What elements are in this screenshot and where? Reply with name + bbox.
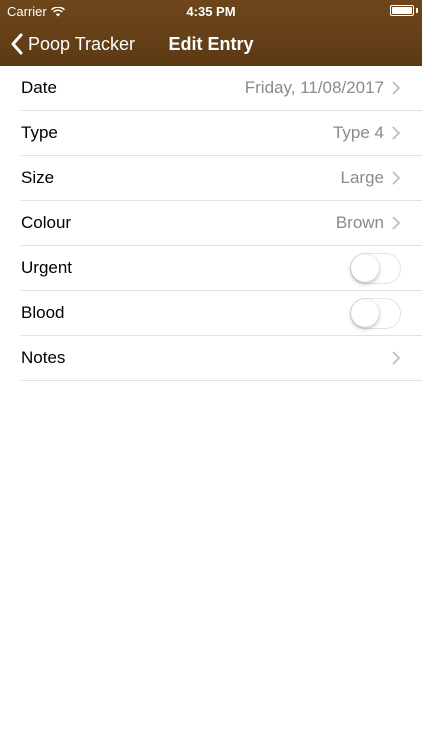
row-label: Notes <box>21 348 66 367</box>
battery-level <box>392 7 412 14</box>
toggle-knob <box>351 253 379 282</box>
status-bar: Carrier 4:35 PM <box>0 0 422 22</box>
row-value: Friday, 11/08/2017 <box>244 78 384 97</box>
notes-row[interactable]: Notes <box>21 336 422 381</box>
status-time: 4:35 PM <box>186 4 236 19</box>
size-row[interactable]: Size Large <box>21 156 422 201</box>
top-bar: Carrier 4:35 PM Poop Tracker Edit Entry <box>0 0 422 66</box>
navigation-bar: Poop Tracker Edit Entry <box>0 22 422 66</box>
page-title: Edit Entry <box>168 34 254 54</box>
urgent-row: Urgent <box>21 246 422 291</box>
row-label: Colour <box>21 213 72 232</box>
blood-toggle[interactable] <box>350 297 401 329</box>
chevron-right-icon <box>392 81 400 95</box>
chevron-right-icon <box>392 126 400 140</box>
blood-row: Blood <box>21 291 422 336</box>
row-value: Large <box>340 168 384 187</box>
date-row[interactable]: Date Friday, 11/08/2017 <box>21 66 422 111</box>
row-label: Date <box>21 78 57 97</box>
urgent-toggle[interactable] <box>350 252 401 284</box>
row-label: Urgent <box>21 258 73 277</box>
type-row[interactable]: Type Type 4 <box>21 111 422 156</box>
chevron-right-icon <box>392 351 400 365</box>
row-value: Type 4 <box>332 123 384 142</box>
chevron-right-icon <box>392 171 400 185</box>
row-value: Brown <box>335 213 384 232</box>
battery-tip <box>416 8 418 13</box>
toggle-knob <box>351 298 379 327</box>
row-label: Size <box>21 168 55 187</box>
row-label: Type <box>21 123 58 142</box>
colour-row[interactable]: Colour Brown <box>21 201 422 246</box>
entry-form-list: Date Friday, 11/08/2017 Type Type 4 Size… <box>0 66 422 381</box>
battery-icon <box>390 5 414 16</box>
row-label: Blood <box>21 303 65 322</box>
chevron-right-icon <box>392 216 400 230</box>
